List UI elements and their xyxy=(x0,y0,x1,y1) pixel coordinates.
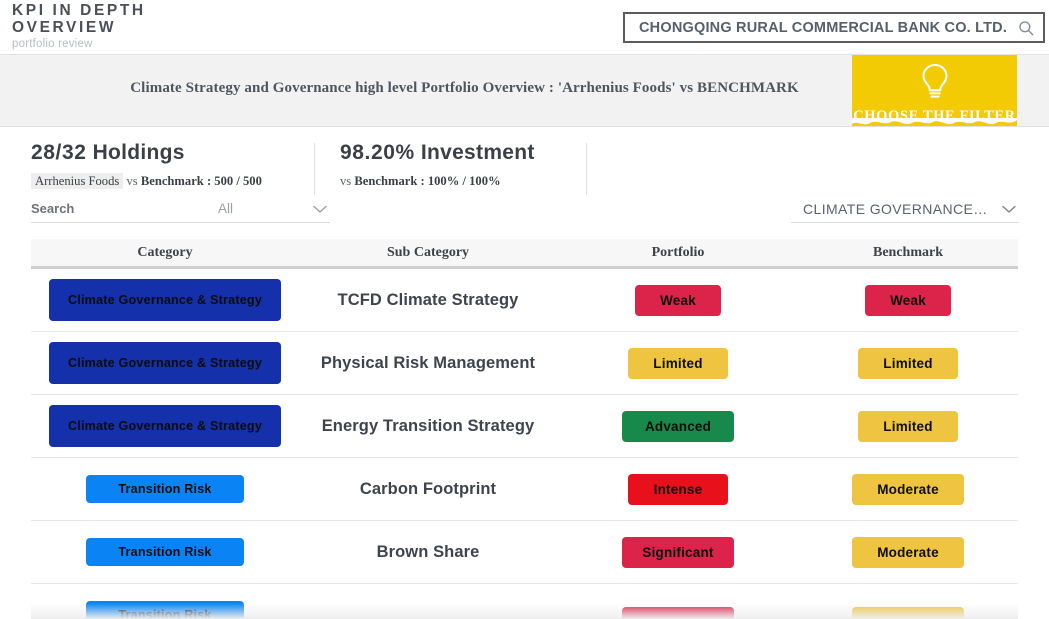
cell-sub-category: TCFD Climate Strategy xyxy=(299,291,557,310)
chevron-down-icon[interactable] xyxy=(1001,204,1017,214)
benchmark-rating-badge[interactable]: Weak xyxy=(865,285,951,316)
kpi-holdings-vs: vs xyxy=(126,174,137,188)
table-row: Transition Risk Carbon Footprint Intense Mo… xyxy=(31,458,1018,521)
column-header-category: Category xyxy=(31,245,299,261)
cell-portfolio: Advanced xyxy=(557,411,799,442)
search-input-placeholder: Search xyxy=(31,201,196,216)
table-body: Climate Governance & Strategy TCFD Climat… xyxy=(31,269,1018,619)
cell-benchmark: Weak xyxy=(799,285,1017,316)
kpi-holdings-label: Holdings xyxy=(93,141,185,164)
chevron-down-icon[interactable] xyxy=(312,204,328,214)
sub-category-label: TCFD Climate Strategy xyxy=(338,291,519,310)
sub-category-label: Physical Risk Management xyxy=(321,354,535,373)
brand-subtitle: portfolio review xyxy=(12,38,146,50)
kpi-holdings-value: 28/32 xyxy=(31,141,87,164)
cell-benchmark: Moderate xyxy=(799,474,1017,505)
entity-search-input[interactable]: CHONGQING RURAL COMMERCIAL BANK CO. LTD. xyxy=(639,20,1017,36)
kpi-investment: 98.20% Investment vs Benchmark : 100% / 1… xyxy=(340,141,535,189)
cell-category: Transition Risk xyxy=(31,601,299,619)
cell-portfolio: Weak xyxy=(557,285,799,316)
cell-sub-category: Carbon Footprint xyxy=(299,480,557,499)
category-dropdown[interactable]: CLIMATE GOVERNANCE… xyxy=(791,195,1019,223)
portfolio-rating-badge[interactable]: Advanced xyxy=(622,411,734,442)
category-pill[interactable]: Climate Governance & Strategy xyxy=(49,405,281,447)
cell-sub-category: Energy Transition Strategy xyxy=(299,417,557,436)
table-header-row: Category Sub Category Portfolio Benchmar… xyxy=(31,239,1018,269)
kpi-investment-value: 98.20% xyxy=(340,141,415,164)
column-header-benchmark: Benchmark xyxy=(799,245,1017,261)
kpi-strip: 28/32 Holdings Arrhenius Foods vs Benchma… xyxy=(0,127,1049,191)
cell-benchmark: Limited xyxy=(799,348,1017,379)
kpi-divider-2 xyxy=(586,143,587,195)
portfolio-rating-badge[interactable]: Significant xyxy=(622,537,734,568)
entity-search-box[interactable]: CHONGQING RURAL COMMERCIAL BANK CO. LTD. xyxy=(623,12,1045,43)
banner-band: Climate Strategy and Governance high lev… xyxy=(0,55,1049,127)
benchmark-rating-badge[interactable] xyxy=(852,607,964,619)
lightbulb-icon xyxy=(852,62,1017,107)
category-pill[interactable]: Climate Governance & Strategy xyxy=(49,279,281,321)
cell-category: Transition Risk xyxy=(31,475,299,503)
kpi-holdings-sub: Arrhenius Foods vs Benchmark : 500 / 500 xyxy=(31,174,262,189)
brand-title-line2: OVERVIEW xyxy=(12,19,146,36)
benchmark-rating-badge[interactable]: Limited xyxy=(858,348,958,379)
sub-category-label: Carbon Footprint xyxy=(360,480,496,499)
search-icon[interactable] xyxy=(1017,19,1035,37)
cell-portfolio xyxy=(557,607,799,619)
cell-portfolio: Intense xyxy=(557,474,799,505)
controls-row: Search All CLIMATE GOVERNANCE… xyxy=(0,191,1049,233)
brand-title-line1: KPI IN DEPTH xyxy=(12,2,146,19)
cell-sub-category: Brown Share xyxy=(299,543,557,562)
category-dropdown-value: CLIMATE GOVERNANCE… xyxy=(791,201,1001,217)
cell-category: Transition Risk xyxy=(31,538,299,566)
scope-dropdown[interactable]: All xyxy=(196,195,330,223)
cell-category: Climate Governance & Strategy xyxy=(31,279,299,321)
kpi-investment-sub: vs Benchmark : 100% / 100% xyxy=(340,174,535,189)
cell-benchmark: Moderate xyxy=(799,537,1017,568)
search-input[interactable]: Search xyxy=(31,195,196,223)
cell-category: Climate Governance & Strategy xyxy=(31,405,299,447)
category-pill[interactable]: Transition Risk xyxy=(86,538,244,566)
table-row: Transition Risk Brown Share Significant Mod… xyxy=(31,521,1018,584)
cell-benchmark: Limited xyxy=(799,411,1017,442)
portfolio-rating-badge[interactable]: Intense xyxy=(628,474,728,505)
kpi-investment-benchmark: Benchmark : 100% / 100% xyxy=(354,174,500,188)
category-pill[interactable]: Climate Governance & Strategy xyxy=(49,342,281,384)
kpi-holdings-head: 28/32 Holdings xyxy=(31,141,262,165)
kpi-holdings-entity: Arrhenius Foods xyxy=(31,173,123,189)
portfolio-rating-badge[interactable]: Weak xyxy=(635,285,721,316)
table-row: Climate Governance & Strategy Energy Tran… xyxy=(31,395,1018,458)
benchmark-rating-badge[interactable]: Moderate xyxy=(852,474,964,505)
table-row: Climate Governance & Strategy TCFD Climat… xyxy=(31,269,1018,332)
table-row: Climate Governance & Strategy Physical Ri… xyxy=(31,332,1018,395)
kpi-holdings-benchmark: Benchmark : 500 / 500 xyxy=(141,174,262,188)
kpi-investment-label: Investment xyxy=(421,141,535,164)
cell-category: Climate Governance & Strategy xyxy=(31,342,299,384)
choose-the-filter-button[interactable]: CHOOSE THE FILTER xyxy=(852,55,1017,126)
cell-sub-category: Physical Risk Management xyxy=(299,354,557,373)
sub-category-label: Brown Share xyxy=(377,543,480,562)
kpi-investment-head: 98.20% Investment xyxy=(340,141,535,165)
column-header-portfolio: Portfolio xyxy=(557,245,799,261)
cell-portfolio: Significant xyxy=(557,537,799,568)
benchmark-rating-badge[interactable]: Moderate xyxy=(852,537,964,568)
app-header: KPI IN DEPTH OVERVIEW portfolio review C… xyxy=(0,0,1049,55)
kpi-investment-vs: vs xyxy=(340,174,351,188)
table-row: Transition Risk xyxy=(31,584,1018,619)
category-pill[interactable]: Transition Risk xyxy=(86,475,244,503)
brand: KPI IN DEPTH OVERVIEW portfolio review xyxy=(12,2,146,50)
kpi-table: Category Sub Category Portfolio Benchmar… xyxy=(31,239,1018,619)
sub-category-label: Energy Transition Strategy xyxy=(322,417,535,436)
column-header-sub-category: Sub Category xyxy=(299,245,557,261)
category-pill[interactable]: Transition Risk xyxy=(86,601,244,619)
zigzag-edge-decoration xyxy=(852,118,1017,126)
portfolio-rating-badge[interactable]: Limited xyxy=(628,348,728,379)
kpi-holdings: 28/32 Holdings Arrhenius Foods vs Benchma… xyxy=(31,141,262,189)
scope-dropdown-value: All xyxy=(196,201,312,216)
cell-portfolio: Limited xyxy=(557,348,799,379)
cell-benchmark xyxy=(799,607,1017,619)
benchmark-rating-badge[interactable]: Limited xyxy=(858,411,958,442)
portfolio-rating-badge[interactable] xyxy=(622,607,734,619)
kpi-divider-1 xyxy=(314,143,315,195)
